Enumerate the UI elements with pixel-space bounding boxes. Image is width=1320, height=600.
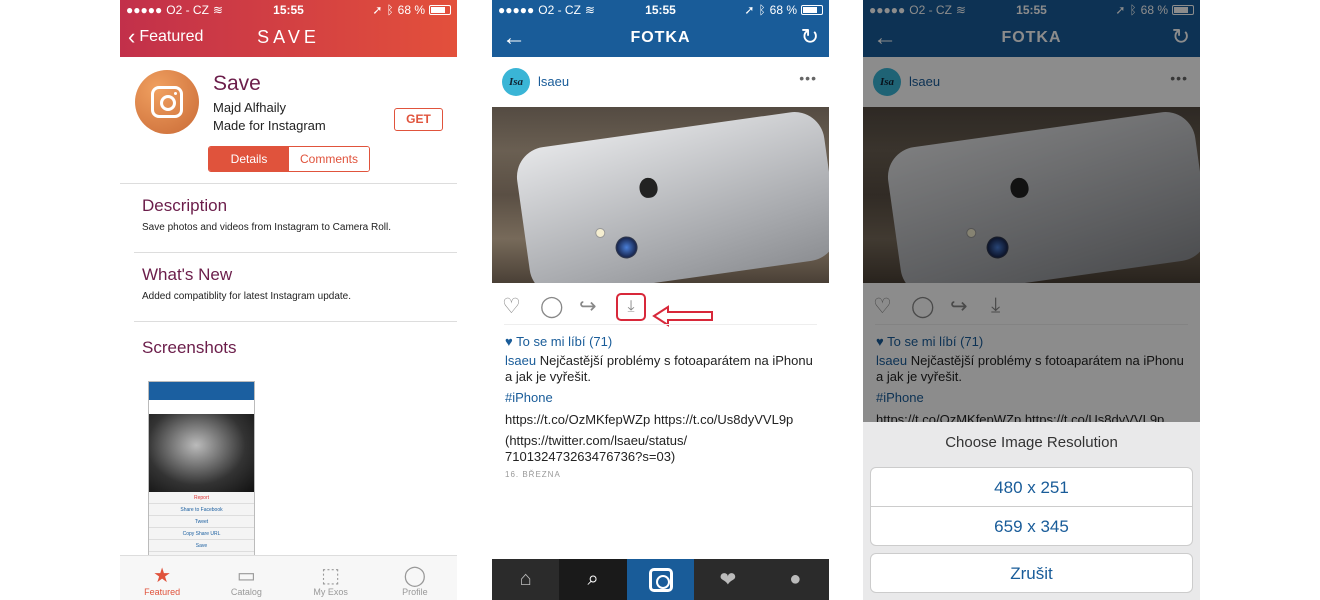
app-screenshot[interactable]: Report Share to Facebook Tweet Copy Shar… bbox=[148, 381, 255, 559]
status-right: ➚ ᛒ 68 % bbox=[744, 3, 823, 17]
activity-icon: ❤ bbox=[719, 569, 737, 591]
refresh-icon[interactable]: ↻ bbox=[801, 24, 819, 50]
tab-comments[interactable]: Comments bbox=[289, 147, 369, 171]
instagram-post-screen: ●●●●● O2 - CZ ≋ 15:55 ➚ ᛒ 68 % ← FOTKA ↻ I… bbox=[492, 0, 829, 600]
app-store-screen: ●●●●● O2 - CZ ≋ 15:55 ➚ ᛒ 68 % ‹ Featured S… bbox=[120, 0, 457, 600]
divider bbox=[504, 324, 817, 325]
heart-icon[interactable]: ♡ bbox=[502, 294, 521, 319]
status-bar: ●●●●● O2 - CZ ≋ 15:55 ➚ ᛒ 68 % bbox=[492, 0, 829, 20]
tab-bar: ⌂ ⌕ ❤ ● bbox=[492, 559, 829, 600]
search-icon: ⌕ bbox=[587, 568, 599, 590]
camera-icon bbox=[648, 567, 673, 592]
iphone-image bbox=[513, 108, 829, 283]
post-photo[interactable] bbox=[492, 107, 829, 283]
tab-search[interactable]: ⌕ bbox=[559, 559, 627, 600]
tab-camera[interactable] bbox=[626, 559, 695, 600]
signal-dots-icon: ●●●●● bbox=[126, 3, 163, 17]
screenshot-sheet: Report Share to Facebook Tweet Copy Shar… bbox=[149, 492, 254, 558]
status-bar: ●●●●● O2 - CZ ≋ 15:55 ➚ ᛒ 68 % bbox=[120, 0, 457, 20]
screenshot-photo bbox=[149, 414, 254, 492]
divider bbox=[120, 183, 457, 184]
location-icon: ➚ bbox=[744, 3, 755, 17]
profile-icon: ● bbox=[789, 568, 802, 590]
comment-icon[interactable]: ◯ bbox=[540, 294, 564, 319]
profile-icon: ◯ bbox=[403, 564, 427, 587]
status-right: ➚ ᛒ 68 % bbox=[372, 3, 451, 17]
post-actions: ♡ ◯ ↪ ⤓ bbox=[492, 288, 829, 327]
tab-my-exos[interactable]: ⬚ My Exos bbox=[289, 556, 373, 600]
share-icon[interactable]: ↪ bbox=[579, 294, 597, 319]
divider bbox=[134, 321, 457, 322]
battery-percent: 68 % bbox=[397, 3, 425, 17]
tab-home[interactable]: ⌂ bbox=[492, 559, 559, 600]
username[interactable]: lsaeu bbox=[538, 74, 569, 89]
carrier-signal: ●●●●● O2 - CZ ≋ bbox=[126, 3, 223, 17]
tab-featured[interactable]: ★ Featured bbox=[120, 556, 204, 600]
avatar[interactable]: Isa bbox=[502, 68, 530, 96]
resolution-action-sheet: Choose Image Resolution 480 x 251 659 x … bbox=[863, 422, 1200, 600]
cancel-button[interactable]: Zrušit bbox=[870, 553, 1193, 593]
segmented-control: Details Comments bbox=[208, 146, 370, 172]
camera-icon bbox=[151, 86, 183, 118]
description-text: Save photos and videos from Instagram to… bbox=[142, 222, 392, 233]
tab-profile[interactable]: ● bbox=[762, 559, 829, 600]
wifi-icon: ≋ bbox=[212, 3, 223, 17]
app-name: Save bbox=[213, 72, 261, 95]
page-title: FOTKA bbox=[630, 29, 691, 46]
camera-lens bbox=[614, 235, 639, 260]
save-logo: SAVE bbox=[257, 27, 320, 47]
app-subtitle: Made for Instagram bbox=[213, 118, 326, 133]
home-icon: ⌂ bbox=[519, 568, 532, 590]
carrier-label: O2 - CZ bbox=[538, 3, 581, 17]
location-icon: ➚ bbox=[372, 3, 383, 17]
tab-details[interactable]: Details bbox=[209, 147, 289, 171]
resolution-option-small[interactable]: 480 x 251 bbox=[870, 467, 1193, 507]
app-icon bbox=[135, 70, 199, 134]
download-button[interactable]: ⤓ bbox=[616, 293, 646, 321]
caption-links[interactable]: https://t.co/OzMKfepWZp https://t.co/Us8… bbox=[505, 411, 820, 428]
post-date: 16. BŘEZNA bbox=[505, 470, 561, 479]
tab-activity[interactable]: ❤ bbox=[694, 559, 761, 600]
app-developer: Majd Alfhaily bbox=[213, 100, 286, 115]
battery-icon bbox=[429, 5, 451, 15]
signal-dots-icon: ●●●●● bbox=[498, 3, 535, 17]
tab-catalog[interactable]: ▭ Catalog bbox=[204, 556, 288, 600]
carrier-signal: ●●●●● O2 - CZ ≋ bbox=[498, 3, 595, 17]
caption-twitter: (https://twitter.com/lsaeu/status/ 71013… bbox=[505, 433, 688, 464]
caption-user[interactable]: lsaeu bbox=[505, 353, 536, 368]
instagram-resolution-screen: ●●●●● O2 - CZ ≋ 15:55 ➚ ᛒ 68 % ← FOTKA ↻ I… bbox=[863, 0, 1200, 600]
resolution-option-large[interactable]: 659 x 345 bbox=[870, 506, 1193, 546]
sheet-title: Choose Image Resolution bbox=[945, 434, 1118, 451]
bluetooth-icon: ᛒ bbox=[386, 3, 394, 17]
hashtag[interactable]: #iPhone bbox=[505, 390, 553, 405]
more-options-icon[interactable]: ••• bbox=[799, 70, 817, 86]
wifi-icon: ≋ bbox=[584, 3, 595, 17]
whats-new-title: What's New bbox=[142, 265, 233, 284]
carrier-label: O2 - CZ bbox=[166, 3, 209, 17]
caption: lsaeu Nejčastější problémy s fotoaparáte… bbox=[505, 353, 820, 385]
star-icon: ★ bbox=[153, 564, 172, 587]
divider bbox=[134, 252, 457, 253]
get-button[interactable]: GET bbox=[394, 108, 443, 131]
battery-percent: 68 % bbox=[769, 3, 797, 17]
tab-bar: ★ Featured ▭ Catalog ⬚ My Exos ◯ Profile bbox=[120, 555, 457, 600]
download-icon: ⤓ bbox=[627, 298, 635, 315]
heart-filled-icon: ♥ bbox=[505, 334, 517, 349]
nav-bar: ← FOTKA ↻ bbox=[492, 20, 829, 57]
tab-profile[interactable]: ◯ Profile bbox=[373, 556, 457, 600]
bluetooth-icon: ᛒ bbox=[758, 3, 766, 17]
whats-new-text: Added compatiblity for latest Instagram … bbox=[142, 291, 352, 302]
apple-logo-icon bbox=[638, 176, 659, 199]
battery-icon bbox=[801, 5, 823, 15]
catalog-icon: ▭ bbox=[236, 564, 256, 587]
nav-bar: ‹ Featured SAVE bbox=[120, 20, 457, 57]
caption-text: Nejčastější problémy s fotoaparátem na i… bbox=[505, 353, 813, 384]
box-icon: ⬚ bbox=[321, 564, 341, 587]
screenshots-title: Screenshots bbox=[142, 338, 237, 357]
description-title: Description bbox=[142, 196, 228, 215]
likes-count[interactable]: ♥ To se mi líbí (71) bbox=[505, 334, 612, 349]
